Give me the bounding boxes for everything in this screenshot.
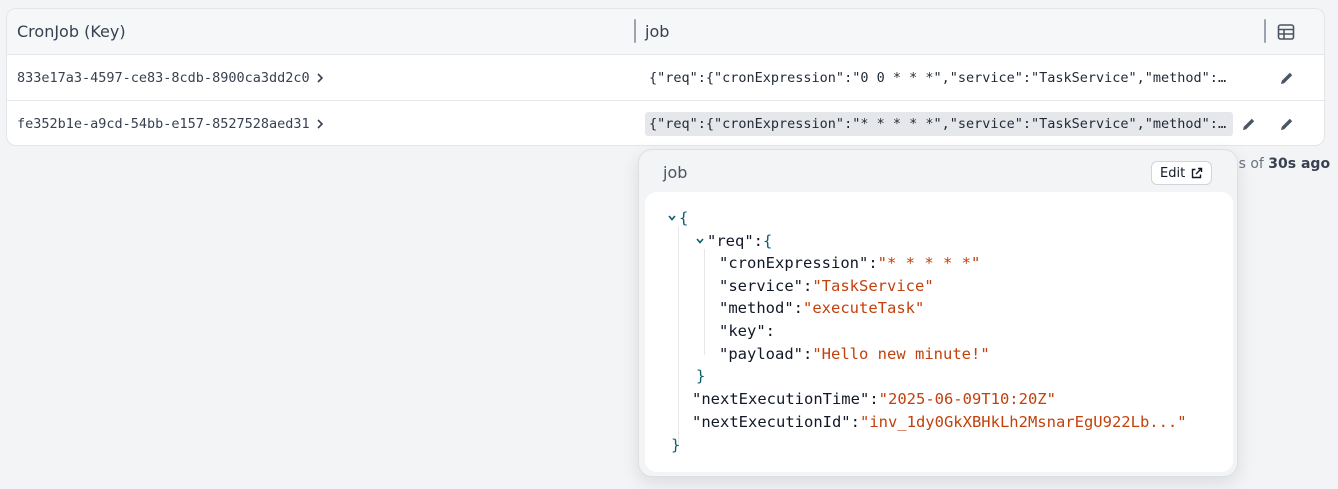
chevron-down-icon[interactable]: [695, 236, 705, 246]
json-line: "req":{: [695, 230, 772, 252]
pencil-icon[interactable]: [1240, 115, 1258, 133]
key-value: fe352b1e-a9cd-54bb-e157-8527528aed31: [17, 116, 310, 132]
column-header-key[interactable]: CronJob (Key): [17, 9, 126, 55]
job-cell[interactable]: {"req":{"cronExpression":"* * * * *","se…: [645, 112, 1233, 136]
json-line: "nextExecutionId": "inv_1dy0GkXBHkLh2Msna…: [692, 413, 1187, 431]
pencil-icon[interactable]: [1278, 69, 1296, 87]
json-line: "key":: [719, 322, 776, 340]
refresh-status: as of 30s ago: [1230, 156, 1330, 172]
chevron-right-icon: [317, 73, 323, 83]
json-line: "method": "executeTask": [719, 299, 925, 317]
json-viewer-popover: job Edit { "req":{ "cronExpression": "* *…: [638, 149, 1238, 477]
column-resize-handle[interactable]: [1264, 19, 1266, 43]
external-link-icon: [1191, 167, 1203, 178]
column-header-job[interactable]: job: [645, 9, 669, 55]
table-row: 833e17a3-4597-ce83-8cdb-8900ca3dd2c0 {"r…: [7, 55, 1324, 101]
key-value: 833e17a3-4597-ce83-8cdb-8900ca3dd2c0: [17, 70, 310, 86]
pencil-icon[interactable]: [1278, 115, 1296, 133]
cronjob-table: CronJob (Key) job 833e17a3-4597-ce83-8cd…: [6, 8, 1325, 146]
chevron-down-icon[interactable]: [667, 213, 677, 223]
json-line: "nextExecutionTime": "2025-06-09T10:20Z": [692, 390, 1056, 408]
json-tree: { "req":{ "cronExpression": "* * * * *" "…: [645, 192, 1233, 472]
table-columns-icon[interactable]: [1277, 23, 1295, 41]
popover-title: job: [663, 163, 688, 182]
json-line: "cronExpression": "* * * * *": [719, 254, 981, 272]
job-cell[interactable]: {"req":{"cronExpression":"0 0 * * *","se…: [645, 66, 1233, 90]
json-line: }: [696, 367, 706, 385]
refresh-age: 30s ago: [1268, 156, 1331, 172]
chevron-right-icon: [317, 119, 323, 129]
json-line: }: [671, 436, 681, 454]
column-resize-handle[interactable]: [634, 19, 636, 43]
key-cell[interactable]: fe352b1e-a9cd-54bb-e157-8527528aed31: [17, 101, 326, 145]
edit-button-label: Edit: [1160, 165, 1186, 181]
json-line: {: [667, 207, 688, 229]
table-row: fe352b1e-a9cd-54bb-e157-8527528aed31 {"r…: [7, 101, 1324, 145]
json-line: "service": "TaskService": [719, 277, 934, 295]
json-line: "payload": "Hello new minute!": [719, 345, 990, 363]
table-header: CronJob (Key) job: [7, 9, 1324, 55]
indent-guide: [704, 249, 705, 355]
key-cell[interactable]: 833e17a3-4597-ce83-8cdb-8900ca3dd2c0: [17, 55, 326, 101]
edit-button[interactable]: Edit: [1151, 161, 1213, 185]
indent-guide: [678, 226, 679, 446]
